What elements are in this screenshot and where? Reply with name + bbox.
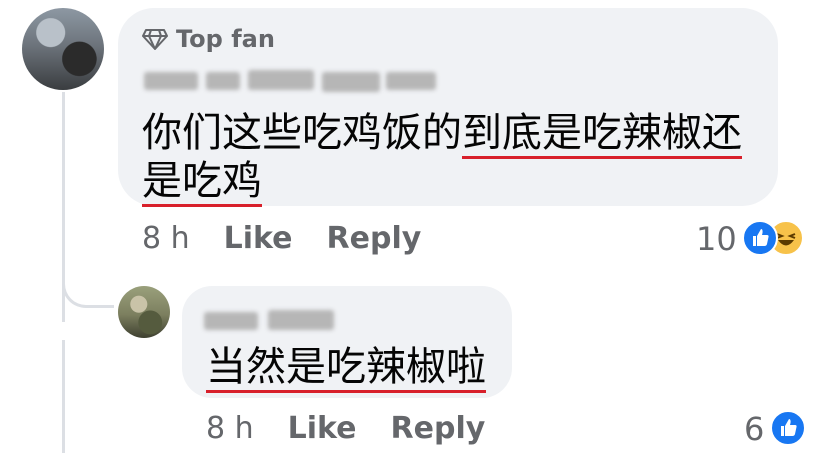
replier-name[interactable] [204, 310, 334, 332]
comment-text-line-1: 你们这些吃鸡饭的到底是吃辣椒还 [142, 108, 742, 159]
reply-reactions[interactable]: 6 [740, 408, 810, 448]
reply-reply-button[interactable]: Reply [391, 411, 486, 446]
reply-bubble: 当然是吃辣椒啦 [182, 286, 512, 398]
comment-text-line-2: 是吃鸡 [142, 156, 262, 207]
commenter-name[interactable] [144, 70, 436, 92]
top-fan-badge[interactable]: Top fan [142, 24, 275, 54]
replier-avatar[interactable] [118, 286, 170, 338]
comment-reaction-count: 10 [696, 220, 737, 258]
thread-connector [62, 268, 114, 308]
reply-like-button[interactable]: Like [288, 411, 357, 446]
comment-reply-button[interactable]: Reply [327, 221, 422, 256]
diamond-icon [142, 29, 168, 50]
comment-reactions[interactable]: 10 [696, 218, 808, 258]
comment-text-plain: 你们这些吃鸡饭的 [142, 110, 462, 156]
reply-actions: 8 h Like Reply [206, 410, 485, 446]
like-icon [742, 220, 778, 256]
reply-text: 当然是吃辣椒啦 [206, 342, 486, 393]
top-fan-label: Top fan [176, 25, 275, 53]
like-icon [770, 410, 806, 446]
commenter-avatar[interactable] [22, 8, 104, 90]
comment-bubble: Top fan 你们这些吃鸡饭的到底是吃辣椒还 是吃鸡 [118, 8, 778, 207]
reply-timestamp[interactable]: 8 h [206, 411, 254, 446]
reply-text-underlined: 当然是吃辣椒啦 [206, 344, 486, 393]
comment-like-button[interactable]: Like [224, 221, 293, 256]
reply-thread-line [62, 340, 65, 453]
comment-text-underlined-1: 到底是吃辣椒还 [462, 110, 742, 159]
comment-actions: 8 h Like Reply [142, 220, 421, 256]
comment-text-underlined-2: 是吃鸡 [142, 158, 262, 207]
reply-reaction-count: 6 [744, 410, 765, 448]
comment-timestamp[interactable]: 8 h [142, 221, 190, 256]
